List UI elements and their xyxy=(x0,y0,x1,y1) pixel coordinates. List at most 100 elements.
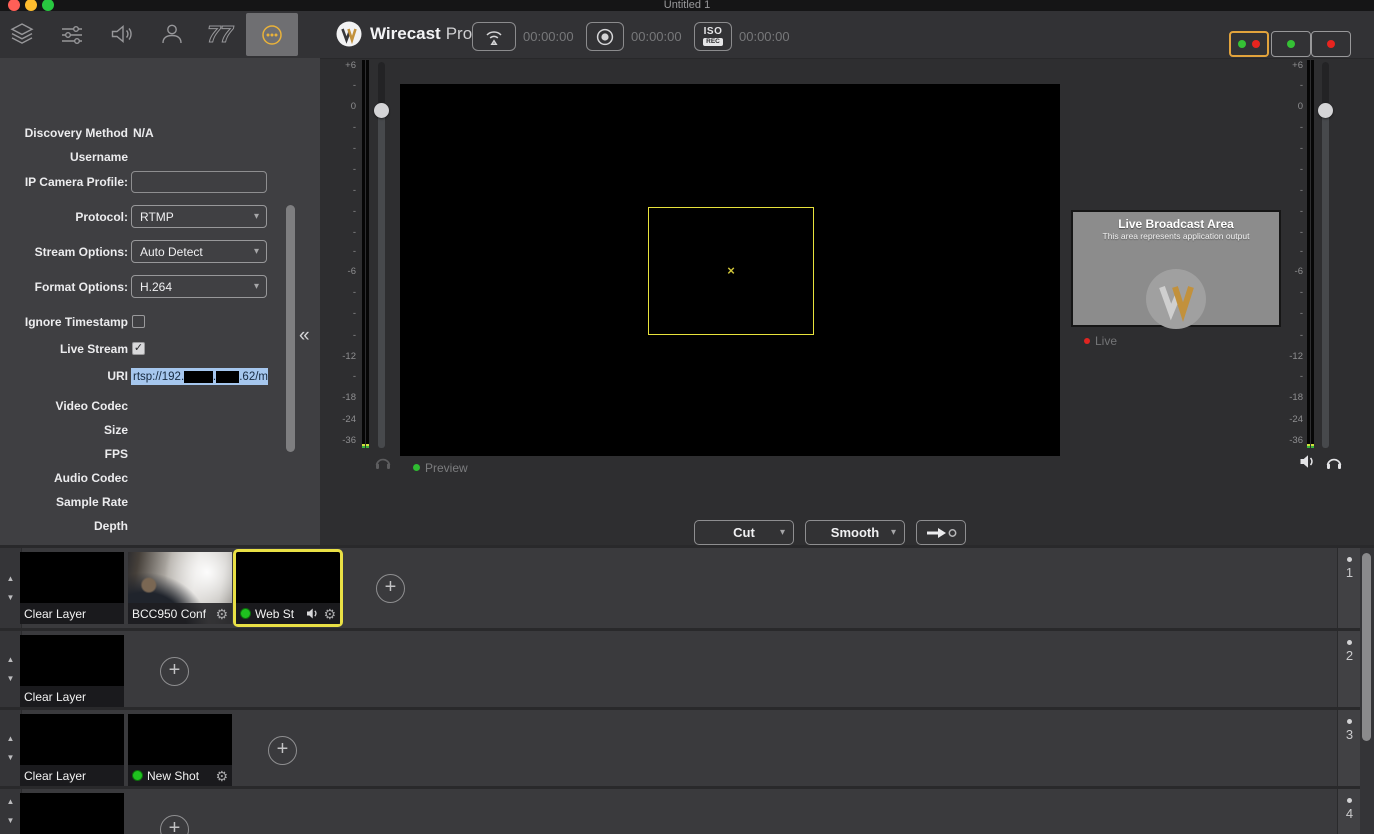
volume-slider-track[interactable] xyxy=(1322,62,1329,448)
gear-icon[interactable]: ⚙ xyxy=(215,607,228,621)
chevron-down-icon: ▾ xyxy=(891,527,896,538)
layer-number-tile[interactable]: 4 xyxy=(1337,789,1361,834)
layer-number-tile[interactable]: 3 xyxy=(1337,710,1361,786)
selection-center-handle[interactable]: × xyxy=(727,263,735,278)
checkbox[interactable] xyxy=(132,315,145,328)
layer-dot-icon xyxy=(1347,640,1352,645)
layer-up-button[interactable]: ▲ xyxy=(7,656,15,664)
iso-record-button[interactable]: ISO REC xyxy=(694,22,732,51)
gear-icon[interactable]: ⚙ xyxy=(215,769,228,783)
settings-field-row: Audio Codec xyxy=(0,467,320,489)
stream-broadcast-icon xyxy=(482,25,506,48)
transition-second-dropdown[interactable]: Smooth ▾ xyxy=(805,520,905,545)
shot-layer-row-3: ▲ ▼ Clear Layer New Shot ⚙ + 3 xyxy=(0,710,1360,786)
shot-label-strip: Clear Layer xyxy=(20,603,124,624)
meter-scale-label: +6 xyxy=(334,61,356,71)
shot-name: New Shot xyxy=(147,769,199,783)
header-toolbar: 77 Wirecast Pro xyxy=(0,11,1374,59)
uri-input[interactable]: rtsp://192...62/m xyxy=(131,368,268,385)
tab-shot-properties[interactable] xyxy=(52,14,92,54)
shot-selection-rect[interactable]: × xyxy=(648,207,814,335)
shot-label-strip: Web St ⚙ xyxy=(236,603,340,624)
tab-chroma-key[interactable] xyxy=(152,14,192,54)
checkbox[interactable]: ✓ xyxy=(132,342,145,355)
field-label: Video Codec xyxy=(56,395,128,417)
go-transition-button[interactable] xyxy=(916,520,966,545)
stream-button[interactable] xyxy=(472,22,516,51)
preview-dot-icon xyxy=(1287,40,1295,48)
layer-number: 1 xyxy=(1338,565,1361,580)
shot-layer-row-1: ▲ ▼ Clear Layer BCC950 Conf⚙ Web St ⚙ + 1 xyxy=(0,548,1360,628)
transition-first-dropdown[interactable]: Cut ▾ xyxy=(694,520,794,545)
shot-clear-layer[interactable]: Clear Layer xyxy=(20,552,124,624)
shot-clear-layer[interactable]: Clear Layer xyxy=(20,714,124,786)
shot-new-shot[interactable]: New Shot ⚙ xyxy=(128,714,232,786)
view-both-button[interactable] xyxy=(1229,31,1269,57)
preview-canvas[interactable]: × xyxy=(400,84,1060,456)
titlebar: Untitled 1 xyxy=(0,0,1374,11)
layer-number: 4 xyxy=(1338,806,1361,821)
layers-icon xyxy=(9,21,35,47)
layer-number-tile[interactable]: 2 xyxy=(1337,631,1361,707)
add-shot-button[interactable]: + xyxy=(160,657,189,686)
volume-slider-track-upper xyxy=(378,62,385,106)
layer-reorder-controls: ▲ ▼ xyxy=(0,789,22,834)
add-shot-button[interactable]: + xyxy=(160,815,189,834)
shot-label-strip: Clear Layer xyxy=(20,765,124,786)
layer-dot-icon xyxy=(1347,719,1352,724)
meter-scale-label: - xyxy=(334,81,356,91)
tab-audio-properties[interactable] xyxy=(102,14,142,54)
add-shot-button[interactable]: + xyxy=(268,736,297,765)
shot-web-st[interactable]: Web St ⚙ xyxy=(236,552,340,624)
tab-effects-77[interactable]: 77 xyxy=(200,14,240,54)
dropdown-select[interactable]: RTMP▾ xyxy=(131,205,267,228)
view-live-only-button[interactable] xyxy=(1311,31,1351,57)
meter-scale-label: - xyxy=(334,186,356,196)
layer-up-button[interactable]: ▲ xyxy=(7,798,15,806)
dropdown-select[interactable]: Auto Detect▾ xyxy=(131,240,267,263)
preview-label: Preview xyxy=(425,461,468,475)
tab-source-properties-active[interactable] xyxy=(246,13,298,56)
meter-scale-label: -24 xyxy=(334,415,356,425)
volume-slider-knob[interactable] xyxy=(1318,103,1333,118)
gear-icon[interactable]: ⚙ xyxy=(323,607,336,621)
speaker-output-icon[interactable] xyxy=(1299,453,1316,470)
add-shot-button[interactable]: + xyxy=(376,574,405,603)
shot-list-scrollbar[interactable] xyxy=(1362,553,1371,741)
speaker-icon xyxy=(109,21,135,47)
layer-down-button[interactable]: ▼ xyxy=(7,594,15,602)
layer-down-button[interactable]: ▼ xyxy=(7,754,15,762)
tab-shot-layers[interactable] xyxy=(2,14,42,54)
shot-live-indicator xyxy=(240,608,251,619)
redacted-text xyxy=(216,371,239,383)
shot-audio-icon[interactable] xyxy=(306,607,319,620)
chevron-down-icon: ▾ xyxy=(254,276,259,298)
layer-up-button[interactable]: ▲ xyxy=(7,735,15,743)
volume-slider-track[interactable] xyxy=(378,62,385,448)
shot-clear-layer[interactable]: Clear Layer xyxy=(20,793,124,834)
text-input[interactable] xyxy=(131,171,267,193)
layer-down-button[interactable]: ▼ xyxy=(7,817,15,825)
layer-number-tile[interactable]: 1 xyxy=(1337,548,1361,628)
settings-field-row: Size xyxy=(0,419,320,441)
layer-down-button[interactable]: ▼ xyxy=(7,675,15,683)
meter-scale-label: - xyxy=(1281,165,1303,175)
record-button[interactable] xyxy=(586,22,624,51)
meter-scale-label: - xyxy=(334,372,356,382)
field-label: URI xyxy=(107,365,128,387)
dropdown-select[interactable]: H.264▾ xyxy=(131,275,267,298)
headphone-monitor-icon[interactable] xyxy=(374,452,392,470)
view-preview-only-button[interactable] xyxy=(1271,31,1311,57)
chevron-down-icon: ▾ xyxy=(254,241,259,263)
volume-slider-track-upper xyxy=(1322,62,1329,106)
shot-bcc950-conf[interactable]: BCC950 Conf⚙ xyxy=(128,552,232,624)
shot-clear-layer[interactable]: Clear Layer xyxy=(20,635,124,707)
layer-up-button[interactable]: ▲ xyxy=(7,575,15,583)
field-value: N/A xyxy=(133,122,154,144)
layer-reorder-controls: ▲ ▼ xyxy=(0,548,22,628)
headphone-monitor-icon[interactable] xyxy=(1325,452,1343,470)
live-dot-icon xyxy=(1252,40,1260,48)
record-icon xyxy=(594,26,616,48)
volume-slider-knob[interactable] xyxy=(374,103,389,118)
brand-edition: Pro xyxy=(446,24,472,44)
